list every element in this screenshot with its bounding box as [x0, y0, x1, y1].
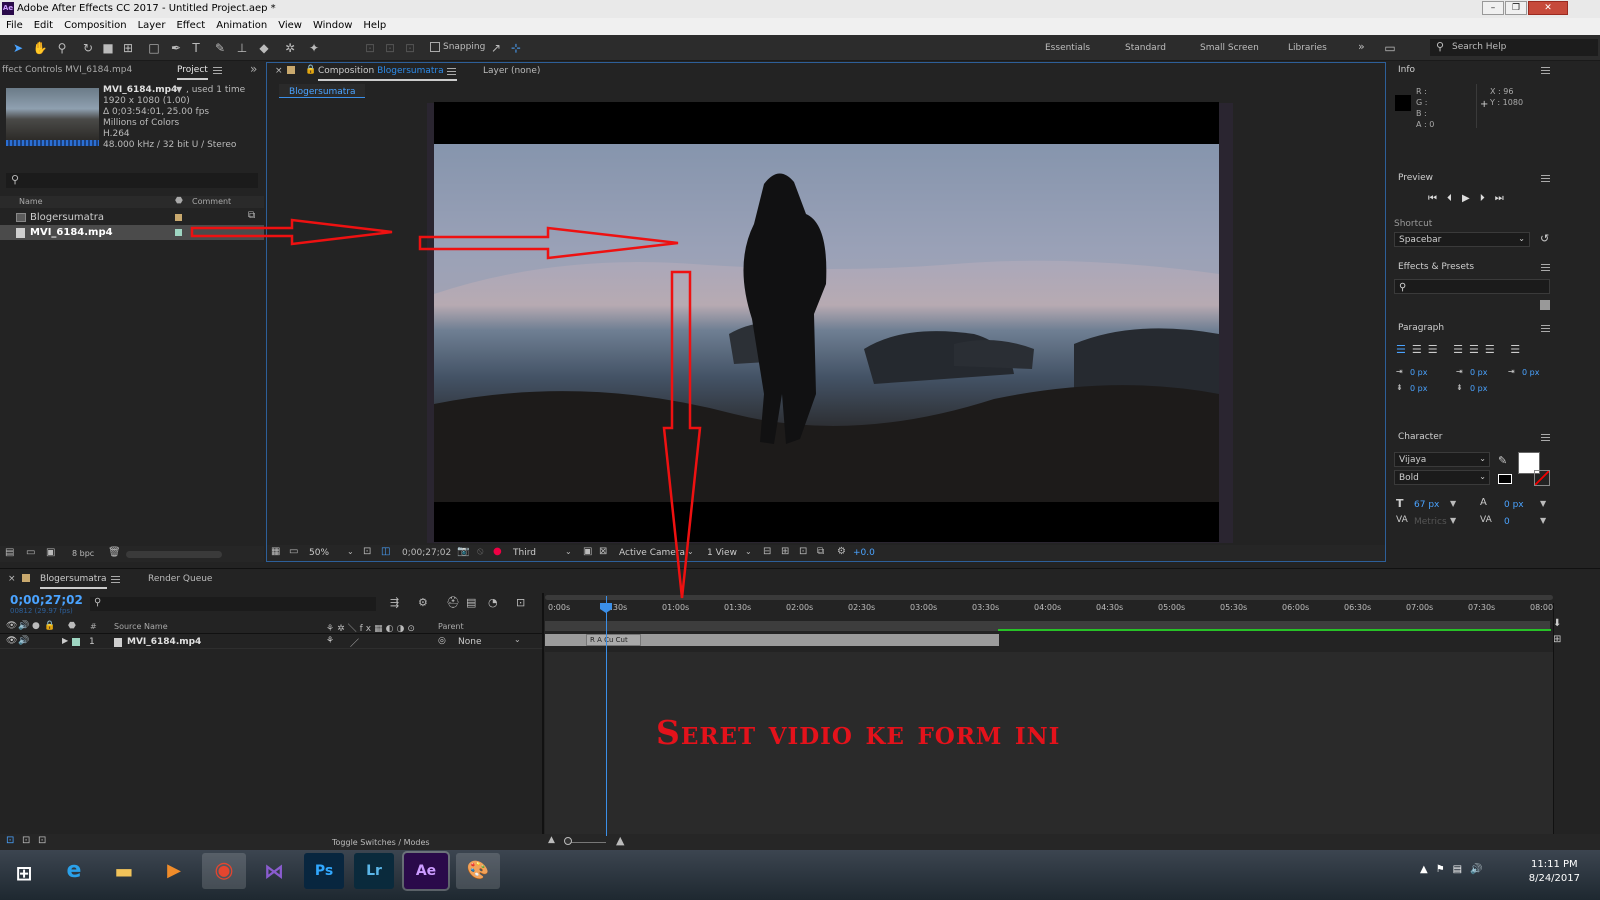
chrome-icon[interactable]: ◉: [202, 853, 246, 889]
system-tray: ▲⚑▤🔊: [1420, 864, 1491, 875]
action-center-flag-icon[interactable]: ⚑: [1436, 864, 1453, 875]
clock-date: 8/24/2017: [1528, 873, 1580, 884]
arrow-right-2: [418, 226, 679, 260]
clock-time: 11:11 PM: [1531, 859, 1578, 870]
after-effects-icon[interactable]: Ae: [404, 853, 448, 889]
lightroom-icon[interactable]: Lr: [354, 853, 394, 889]
network-icon[interactable]: ▤: [1453, 864, 1470, 875]
annotation-text: Seret vidio ke form ini: [656, 713, 1061, 752]
visual-studio-icon[interactable]: ⋈: [252, 853, 296, 889]
internet-explorer-icon[interactable]: e: [52, 853, 96, 889]
paint-icon[interactable]: 🎨: [456, 853, 500, 889]
show-hidden-icons-icon[interactable]: ▲: [1420, 864, 1436, 875]
windows-taskbar: ⊞ e ▬ ▶ ◉ ⋈ Ps Lr Ae 🎨 ▲⚑▤🔊 11:11 PM 8/2…: [0, 850, 1600, 900]
windows-start-icon[interactable]: ⊞: [4, 853, 44, 889]
annotation-arrows: [190, 218, 702, 599]
arrow-right-1: [190, 218, 393, 246]
file-explorer-icon[interactable]: ▬: [102, 853, 146, 889]
arrow-down: [662, 270, 702, 599]
volume-icon[interactable]: 🔊: [1470, 864, 1490, 875]
photoshop-icon[interactable]: Ps: [304, 853, 344, 889]
media-player-icon[interactable]: ▶: [152, 853, 196, 889]
taskbar-clock[interactable]: 11:11 PM 8/24/2017: [1529, 858, 1580, 886]
